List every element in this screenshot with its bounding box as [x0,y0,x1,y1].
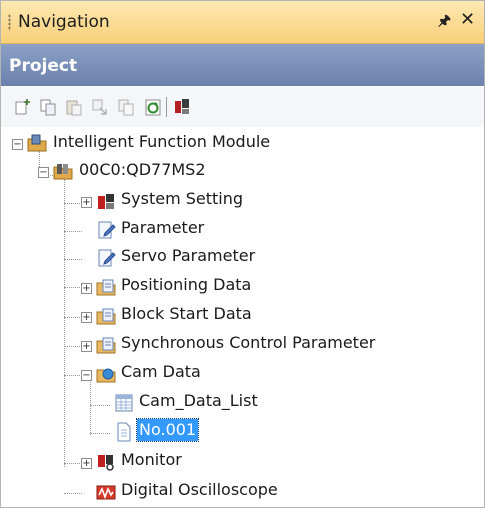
tree-label-module[interactable]: 00C0:QD77MS2 [77,159,208,181]
toolbar-separator [166,97,167,117]
cam-data-folder-icon [96,368,116,383]
tree-node-block-start-data[interactable]: + Block Start Data [1,303,484,331]
panel-title: Navigation [18,12,110,32]
tree-label-cam-data[interactable]: Cam Data [119,361,203,383]
tree-node-sync-control[interactable]: + Synchronous Control Parameter [1,332,484,360]
tree-node-monitor[interactable]: + Monitor [1,449,484,477]
tree-node-system-setting[interactable]: + System Setting [1,188,484,216]
new-item-icon[interactable] [14,98,32,116]
expand-icon[interactable]: + [81,197,92,208]
tree-label-positioning-data[interactable]: Positioning Data [119,274,253,296]
paste-icon[interactable] [65,98,83,116]
expand-icon[interactable]: + [81,283,92,294]
expand-icon[interactable]: + [81,458,92,469]
system-setting-icon [98,194,114,209]
positioning-data-icon [96,279,116,296]
collapse-icon[interactable]: − [81,370,92,381]
tree-node-servo-parameter[interactable]: Servo Parameter [1,245,484,273]
parameter-icon [98,221,116,239]
project-label: Project [9,56,78,76]
close-icon[interactable]: ✕ [460,9,475,31]
table-list-icon [115,394,133,412]
pin-icon[interactable]: 🖈 [438,11,451,31]
collapse-icon[interactable]: − [12,139,23,150]
expand-icon[interactable]: + [81,312,92,323]
panel-title-bar[interactable]: Navigation 🖈 ✕ [1,1,484,44]
document-icon [117,422,131,442]
tree-label-block-start-data[interactable]: Block Start Data [119,303,254,325]
toolbar [1,87,484,127]
tree-label-root[interactable]: Intelligent Function Module [51,131,272,153]
block-start-data-icon [96,308,116,325]
module-icon [53,164,73,180]
copy-icon[interactable] [40,98,58,116]
tree-node-digital-oscilloscope[interactable]: Digital Oscilloscope [1,479,484,507]
drag-grip-icon[interactable] [8,14,11,31]
tree-node-cam-data-list[interactable]: Cam_Data_List [1,390,484,418]
tree-label-digital-oscilloscope[interactable]: Digital Oscilloscope [119,479,280,501]
tree-node-root[interactable]: − Intelligent Function Module [1,131,484,159]
tree-node-parameter[interactable]: Parameter [1,217,484,245]
properties-icon[interactable] [173,98,191,116]
tree-label-sync-control[interactable]: Synchronous Control Parameter [119,332,377,354]
tree-node-cam-no001[interactable]: No.001 [1,418,484,447]
project-tree: − Intelligent Function Module − 00C0:QD7… [1,127,484,507]
tree-node-module[interactable]: − 00C0:QD77MS2 [1,159,484,187]
oscilloscope-icon [96,485,116,500]
move-icon[interactable] [91,98,109,116]
tree-label-monitor[interactable]: Monitor [119,449,184,471]
tree-node-positioning-data[interactable]: + Positioning Data [1,274,484,302]
tree-node-cam-data[interactable]: − Cam Data [1,361,484,389]
module-folder-icon [27,134,47,152]
collapse-icon[interactable]: − [38,167,49,178]
servo-parameter-icon [98,249,116,267]
tree-label-cam-no001[interactable]: No.001 [135,418,200,442]
expand-icon[interactable]: + [81,341,92,352]
tree-label-servo-parameter[interactable]: Servo Parameter [119,245,257,267]
monitor-icon [98,455,114,471]
refresh-icon[interactable] [144,98,162,116]
duplicate-icon[interactable] [117,98,135,116]
tree-label-system-setting[interactable]: System Setting [119,188,245,210]
navigation-panel: Navigation 🖈 ✕ Project − Intelligent Fun… [0,0,485,508]
tree-label-parameter[interactable]: Parameter [119,217,206,239]
tree-label-cam-data-list[interactable]: Cam_Data_List [137,390,260,412]
project-header: Project [1,44,484,86]
sync-control-icon [96,337,116,354]
